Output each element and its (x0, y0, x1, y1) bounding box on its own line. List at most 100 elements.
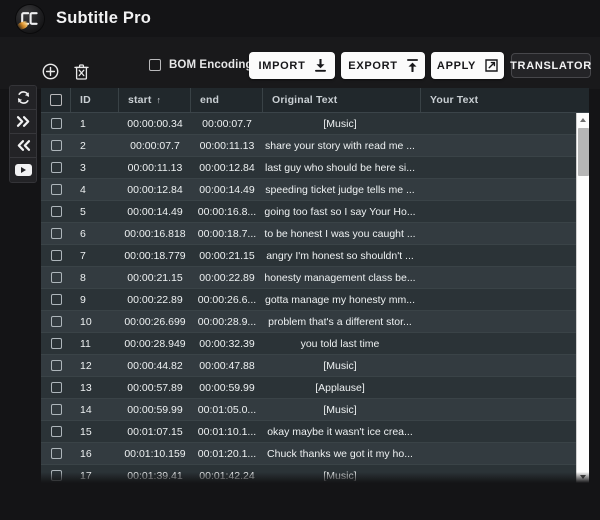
cell-start[interactable]: 00:00:59.99 (119, 399, 191, 420)
row-checkbox-box[interactable] (51, 184, 62, 195)
row-select-checkbox[interactable] (41, 465, 71, 483)
cell-start[interactable]: 00:00:11.13 (119, 157, 191, 178)
cell-id[interactable]: 7 (71, 245, 119, 266)
cell-end[interactable]: 00:01:20.1... (191, 443, 263, 464)
cell-your-text[interactable] (421, 355, 589, 376)
column-header-your-text[interactable]: Your Text (421, 88, 589, 112)
cell-end[interactable]: 00:00:07.7 (191, 113, 263, 134)
table-row[interactable]: 1600:01:10.15900:01:20.1...Chuck thanks … (41, 443, 589, 465)
cell-original-text[interactable]: [Music] (263, 355, 421, 376)
row-checkbox-box[interactable] (51, 404, 62, 415)
cell-end[interactable]: 00:00:59.99 (191, 377, 263, 398)
cell-original-text[interactable]: [Music] (263, 465, 421, 483)
cell-your-text[interactable] (421, 157, 589, 178)
cell-your-text[interactable] (421, 377, 589, 398)
cell-end[interactable]: 00:00:26.6... (191, 289, 263, 310)
cell-id[interactable]: 16 (71, 443, 119, 464)
row-checkbox-box[interactable] (51, 294, 62, 305)
row-checkbox-box[interactable] (51, 118, 62, 129)
cell-original-text[interactable]: you told last time (263, 333, 421, 354)
table-row[interactable]: 1200:00:44.8200:00:47.88[Music] (41, 355, 589, 377)
table-row[interactable]: 300:00:11.1300:00:12.84last guy who shou… (41, 157, 589, 179)
cell-your-text[interactable] (421, 333, 589, 354)
cell-id[interactable]: 12 (71, 355, 119, 376)
bom-encoding-checkbox[interactable]: BOM Encoding (149, 59, 253, 71)
table-row[interactable]: 600:00:16.81800:00:18.7...to be honest I… (41, 223, 589, 245)
import-button[interactable]: IMPORT (249, 52, 335, 79)
cell-original-text[interactable]: going too fast so I say Your Ho... (263, 201, 421, 222)
row-checkbox-box[interactable] (51, 382, 62, 393)
cell-end[interactable]: 00:00:14.49 (191, 179, 263, 200)
cell-original-text[interactable]: honesty management class be... (263, 267, 421, 288)
cell-original-text[interactable]: to be honest I was you caught ... (263, 223, 421, 244)
row-select-checkbox[interactable] (41, 223, 71, 244)
select-all-header[interactable] (41, 88, 71, 112)
cell-start[interactable]: 00:00:12.84 (119, 179, 191, 200)
cell-id[interactable]: 17 (71, 465, 119, 483)
cell-original-text[interactable]: [Music] (263, 113, 421, 134)
cell-end[interactable]: 00:00:16.8... (191, 201, 263, 222)
column-header-original-text[interactable]: Original Text (263, 88, 421, 112)
sidebar-item-sync[interactable] (10, 86, 36, 110)
plus-circle-icon[interactable] (41, 62, 60, 81)
cell-id[interactable]: 5 (71, 201, 119, 222)
cell-your-text[interactable] (421, 267, 589, 288)
row-select-checkbox[interactable] (41, 311, 71, 332)
row-checkbox-box[interactable] (51, 250, 62, 261)
row-select-checkbox[interactable] (41, 289, 71, 310)
cell-id[interactable]: 1 (71, 113, 119, 134)
cell-your-text[interactable] (421, 399, 589, 420)
translator-button[interactable]: TRANSLATOR (511, 53, 591, 78)
row-checkbox-box[interactable] (51, 140, 62, 151)
row-checkbox-box[interactable] (51, 470, 62, 481)
cell-your-text[interactable] (421, 421, 589, 442)
select-all-checkbox[interactable] (50, 94, 62, 106)
cell-start[interactable]: 00:00:22.89 (119, 289, 191, 310)
row-checkbox-box[interactable] (51, 360, 62, 371)
row-select-checkbox[interactable] (41, 113, 71, 134)
table-row[interactable]: 1700:01:39.4100:01:42.24[Music] (41, 465, 589, 483)
cell-original-text[interactable]: gotta manage my honesty mm... (263, 289, 421, 310)
vertical-scrollbar[interactable] (576, 113, 589, 483)
cell-your-text[interactable] (421, 179, 589, 200)
table-row[interactable]: 100:00:00.3400:00:07.7[Music] (41, 113, 589, 135)
cell-original-text[interactable]: okay maybe it wasn't ice crea... (263, 421, 421, 442)
column-header-end[interactable]: end (191, 88, 263, 112)
table-row[interactable]: 800:00:21.1500:00:22.89honesty managemen… (41, 267, 589, 289)
cell-start[interactable]: 00:00:07.7 (119, 135, 191, 156)
column-header-id[interactable]: ID (71, 88, 119, 112)
cell-original-text[interactable]: [Music] (263, 399, 421, 420)
table-row[interactable]: 1400:00:59.9900:01:05.0...[Music] (41, 399, 589, 421)
cell-your-text[interactable] (421, 465, 589, 483)
cell-original-text[interactable]: share your story with read me ... (263, 135, 421, 156)
cell-end[interactable]: 00:01:42.24 (191, 465, 263, 483)
cell-start[interactable]: 00:01:07.15 (119, 421, 191, 442)
scroll-down-arrow-icon[interactable] (577, 470, 590, 483)
cell-id[interactable]: 13 (71, 377, 119, 398)
bom-checkbox-box[interactable] (149, 59, 161, 71)
cell-id[interactable]: 3 (71, 157, 119, 178)
cell-id[interactable]: 15 (71, 421, 119, 442)
row-checkbox-box[interactable] (51, 426, 62, 437)
row-select-checkbox[interactable] (41, 333, 71, 354)
cell-your-text[interactable] (421, 311, 589, 332)
cell-original-text[interactable]: [Applause] (263, 377, 421, 398)
export-button[interactable]: EXPORT (341, 52, 425, 79)
cell-id[interactable]: 2 (71, 135, 119, 156)
row-checkbox-box[interactable] (51, 162, 62, 173)
cell-original-text[interactable]: angry I'm honest so shouldn't ... (263, 245, 421, 266)
row-select-checkbox[interactable] (41, 421, 71, 442)
cell-original-text[interactable]: speeding ticket judge tells me ... (263, 179, 421, 200)
cell-end[interactable]: 00:00:28.9... (191, 311, 263, 332)
cell-end[interactable]: 00:00:32.39 (191, 333, 263, 354)
row-select-checkbox[interactable] (41, 399, 71, 420)
cell-original-text[interactable]: Chuck thanks we got it my ho... (263, 443, 421, 464)
cell-id[interactable]: 10 (71, 311, 119, 332)
cell-your-text[interactable] (421, 223, 589, 244)
scrollbar-thumb[interactable] (578, 128, 589, 176)
trash-icon[interactable] (72, 62, 91, 81)
cell-end[interactable]: 00:00:12.84 (191, 157, 263, 178)
cell-start[interactable]: 00:01:39.41 (119, 465, 191, 483)
cell-id[interactable]: 4 (71, 179, 119, 200)
row-select-checkbox[interactable] (41, 355, 71, 376)
